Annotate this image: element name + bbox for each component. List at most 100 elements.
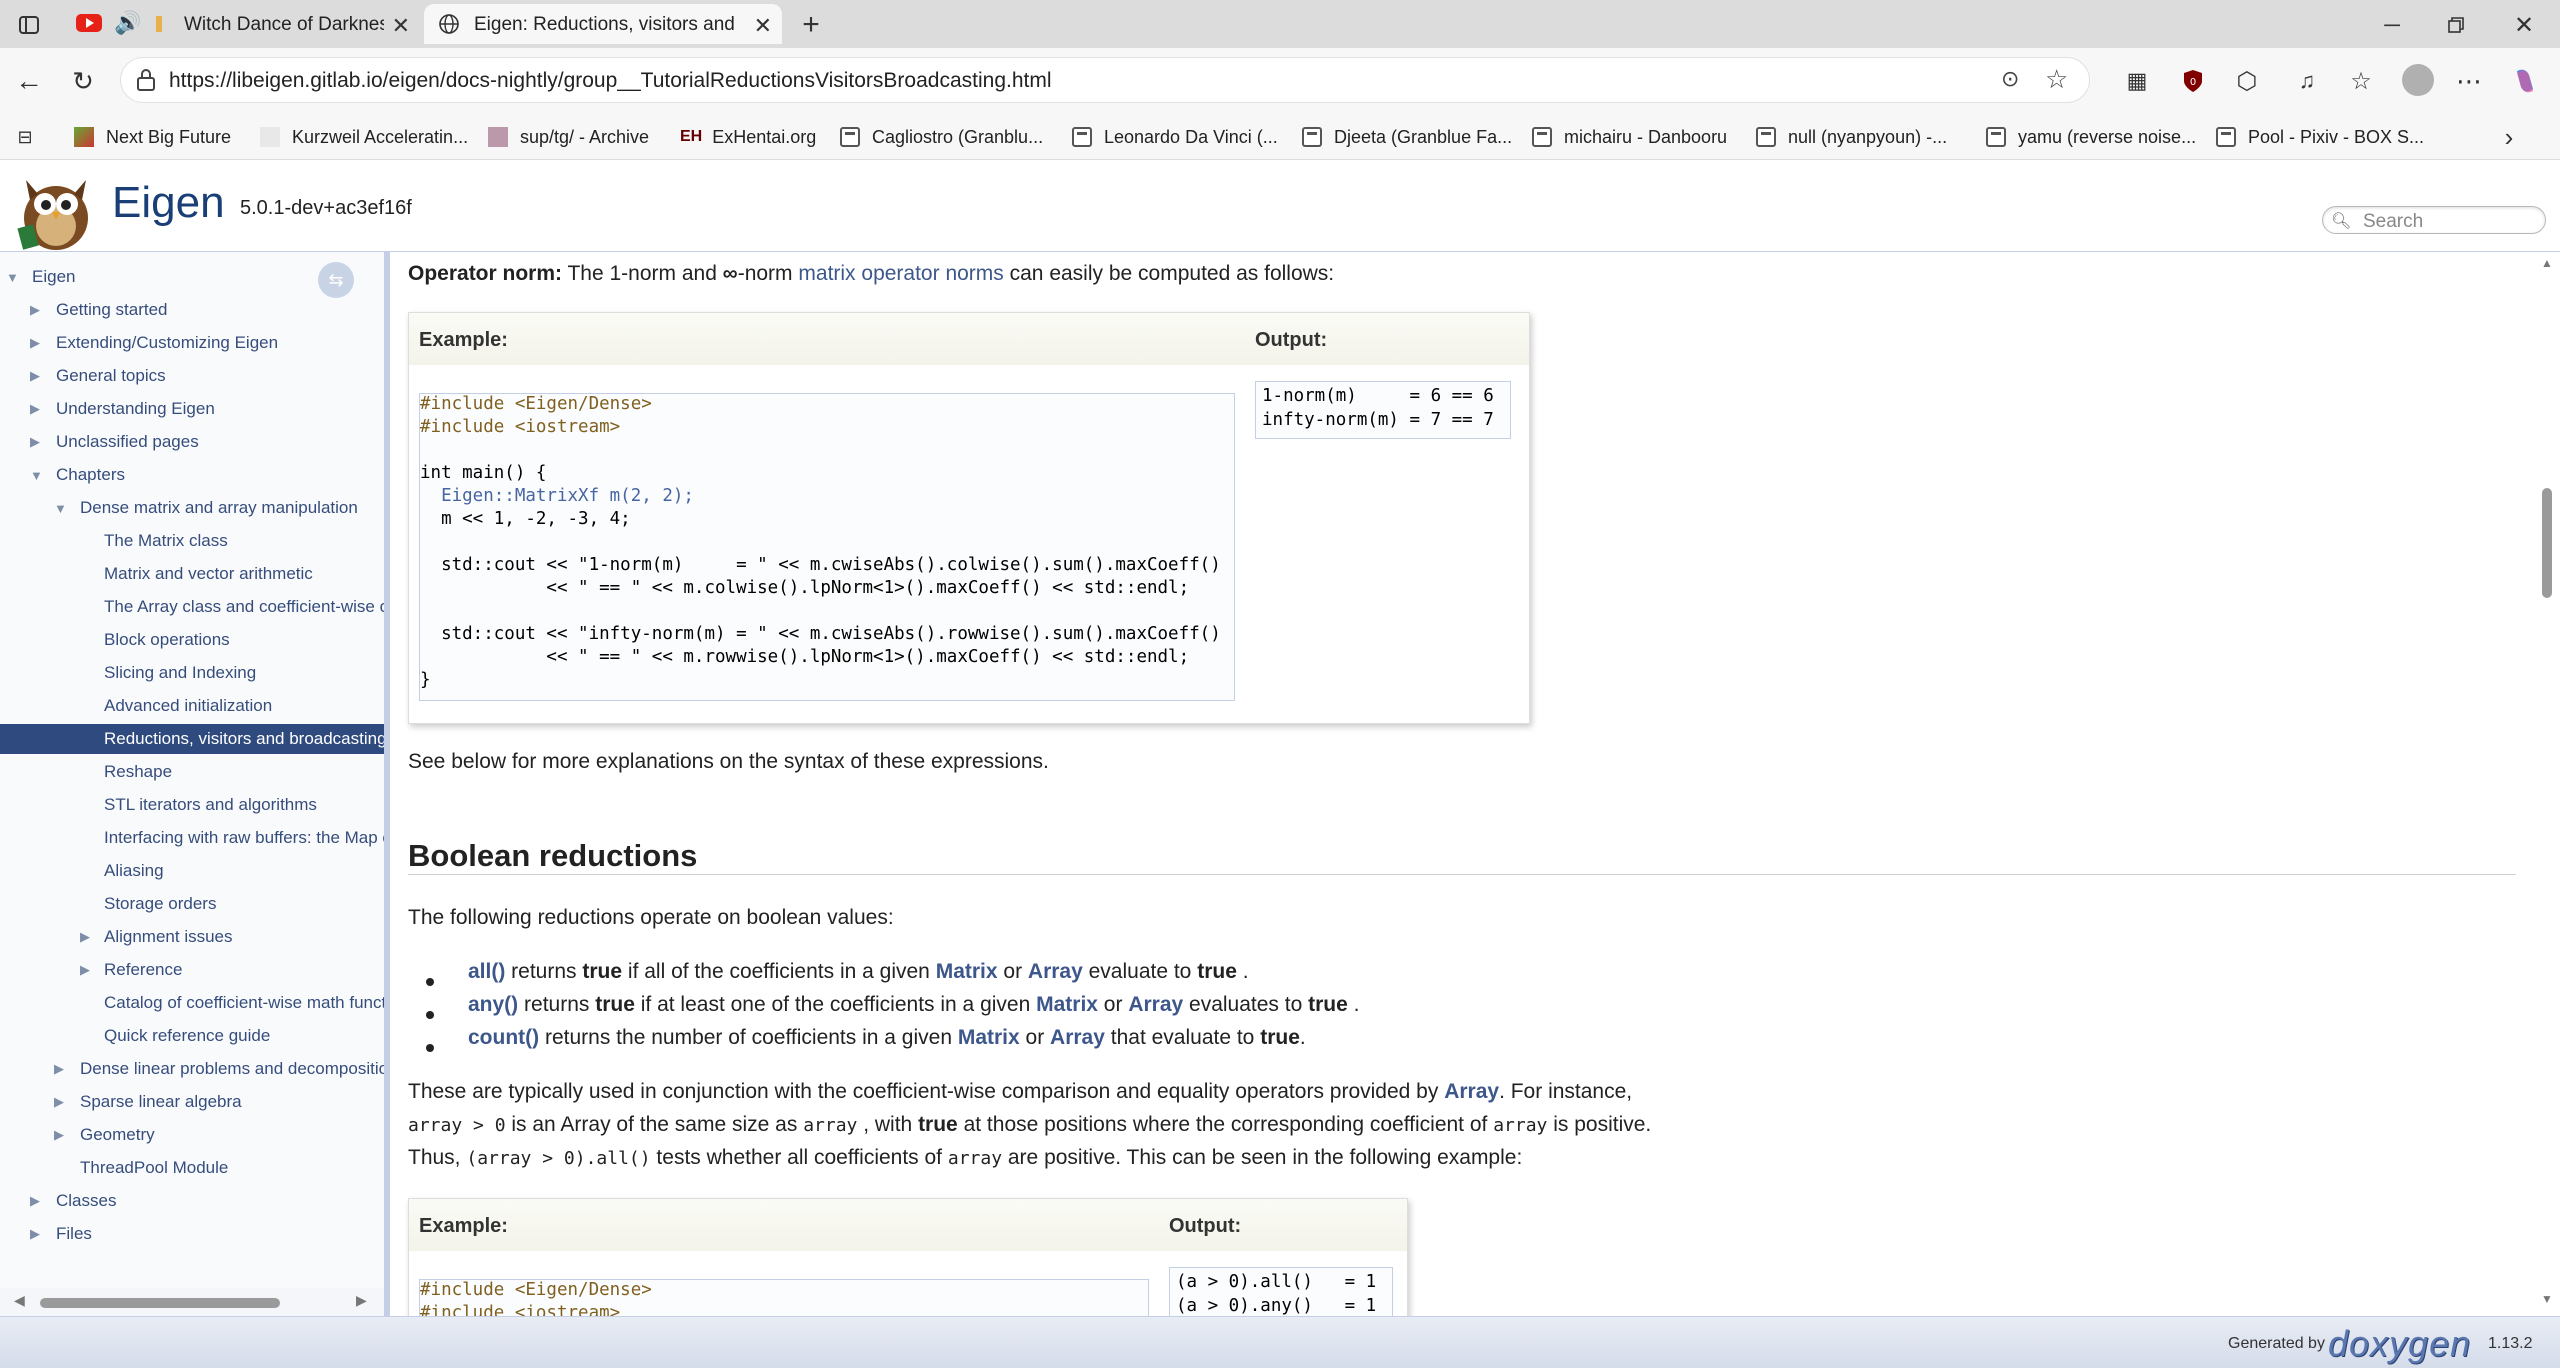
sidebar-toggle-icon[interactable]	[14, 10, 44, 40]
nav-item[interactable]: Advanced initialization	[0, 691, 384, 721]
nav-item[interactable]: ▶ Understanding Eigen	[0, 394, 384, 424]
restore-icon[interactable]	[2436, 8, 2476, 42]
media-icon[interactable]: ♫	[2290, 64, 2324, 98]
bookmark[interactable]: Cagliostro (Granblu...	[840, 122, 1043, 152]
collapsed-arrow-icon[interactable]: ▶	[30, 335, 40, 351]
nav-item[interactable]: Slicing and Indexing	[0, 658, 384, 688]
collapsed-arrow-icon[interactable]: ▶	[54, 1061, 64, 1077]
collapsed-arrow-icon[interactable]: ▶	[30, 1193, 40, 1209]
collapsed-arrow-icon[interactable]: ▶	[54, 1127, 64, 1143]
reload-icon[interactable]: ↻	[66, 64, 100, 98]
nav-item[interactable]: ▶ Reference	[0, 955, 384, 985]
bookmark[interactable]: Pool - Pixiv - BOX S...	[2216, 122, 2424, 152]
nav-horizontal-scrollbar[interactable]: ◀ ▶	[0, 1288, 384, 1316]
nav-item[interactable]: Block operations	[0, 625, 384, 655]
favorite-star-icon[interactable]: ☆	[2045, 64, 2068, 95]
collapsed-arrow-icon[interactable]: ▶	[30, 401, 40, 417]
project-name[interactable]: Eigen	[112, 178, 225, 228]
count-link[interactable]: count()	[468, 1026, 539, 1049]
chevron-right-icon[interactable]: ›	[2494, 122, 2524, 152]
nav-item[interactable]: Catalog of coefficient-wise math functio…	[0, 988, 384, 1018]
nav-item[interactable]: Interfacing with raw buffers: the Map cl…	[0, 823, 384, 853]
any-link[interactable]: any()	[468, 993, 518, 1016]
bookmark[interactable]: Djeeta (Granblue Fa...	[1302, 122, 1512, 152]
nav-item[interactable]: ▶ Classes	[0, 1186, 384, 1216]
scrollbar-thumb[interactable]	[40, 1298, 280, 1308]
nav-item[interactable]: ▼ Dense matrix and array manipulation	[0, 493, 384, 523]
collapsed-arrow-icon[interactable]: ▶	[80, 929, 90, 945]
close-window-icon[interactable]: ✕	[2504, 8, 2544, 42]
scrollbar-thumb[interactable]	[2542, 488, 2552, 598]
nav-item[interactable]: ▶ Geometry	[0, 1120, 384, 1150]
search-input[interactable]: 🔍︎ Search	[2322, 206, 2546, 234]
collapsed-arrow-icon[interactable]: ▶	[54, 1094, 64, 1110]
nav-item[interactable]: The Array class and coefficient-wise ope…	[0, 592, 384, 622]
nav-item[interactable]: ▶ General topics	[0, 361, 384, 391]
scroll-up-icon[interactable]: ▲	[2541, 256, 2553, 270]
array-link[interactable]: Array	[1050, 1026, 1105, 1049]
close-tab-icon[interactable]: ✕	[392, 13, 410, 39]
profile-avatar[interactable]	[2402, 64, 2434, 96]
new-tab-button[interactable]: +	[794, 8, 828, 42]
expanded-arrow-icon[interactable]: ▼	[54, 501, 67, 516]
qr-icon[interactable]: ▦	[2120, 64, 2154, 98]
array-link[interactable]: Array	[1444, 1080, 1499, 1103]
favorites-icon[interactable]: ☆	[2344, 64, 2378, 98]
expanded-arrow-icon[interactable]: ▼	[30, 468, 43, 483]
nav-item[interactable]: Aliasing	[0, 856, 384, 886]
bookmark[interactable]: sup/tg/ - Archive	[488, 122, 649, 152]
bookmark[interactable]: EH ExHentai.org	[680, 122, 816, 152]
tab-eigen[interactable]: Eigen: Reductions, visitors and broadcas…	[424, 4, 782, 44]
nav-item[interactable]: ▶ Getting started	[0, 295, 384, 325]
nav-item[interactable]: Quick reference guide	[0, 1021, 384, 1051]
nav-item[interactable]: Matrix and vector arithmetic	[0, 559, 384, 589]
url-text[interactable]: https://libeigen.gitlab.io/eigen/docs-ni…	[169, 69, 1052, 93]
minimize-icon[interactable]: ─	[2372, 8, 2412, 42]
nav-item[interactable]: ▼ Chapters	[0, 460, 384, 490]
collapsed-arrow-icon[interactable]: ▶	[30, 302, 40, 318]
bookmark[interactable]: null (nyanpyoun) -...	[1756, 122, 1947, 152]
matrix-link[interactable]: Matrix	[958, 1026, 1020, 1049]
scroll-right-icon[interactable]: ▶	[356, 1292, 367, 1309]
close-tab-icon[interactable]: ✕	[754, 13, 772, 39]
nav-item[interactable]: ▶ Unclassified pages	[0, 427, 384, 457]
nav-item[interactable]: Reshape	[0, 757, 384, 787]
bookmark[interactable]: Kurzweil Acceleratin...	[260, 122, 468, 152]
nav-item[interactable]: ▶ Extending/Customizing Eigen	[0, 328, 384, 358]
collapsed-arrow-icon[interactable]: ▶	[30, 368, 40, 384]
nav-item[interactable]: ▶ Files	[0, 1219, 384, 1249]
nav-item-selected[interactable]: Reductions, visitors and broadcasting	[0, 724, 384, 754]
more-icon[interactable]: ⋯	[2452, 64, 2486, 98]
copilot-icon[interactable]	[2508, 64, 2542, 98]
nav-item[interactable]: The Matrix class	[0, 526, 384, 556]
scroll-down-icon[interactable]: ▼	[2541, 1292, 2553, 1306]
nav-item[interactable]: STL iterators and algorithms	[0, 790, 384, 820]
matrix-operator-norms-link[interactable]: matrix operator norms	[798, 262, 1003, 285]
scroll-left-icon[interactable]: ◀	[14, 1292, 25, 1309]
collapsed-arrow-icon[interactable]: ▶	[80, 962, 90, 978]
address-bar[interactable]: https://libeigen.gitlab.io/eigen/docs-ni…	[120, 57, 2090, 103]
all-link[interactable]: all()	[468, 960, 505, 983]
collapse-bookmarks-icon[interactable]: ⊟	[10, 122, 40, 152]
doc-vertical-scrollbar[interactable]: ▲ ▼	[2536, 252, 2560, 1316]
nav-item-eigen[interactable]: ▼ Eigen	[0, 262, 384, 292]
extensions-icon[interactable]: ⬡	[2230, 64, 2264, 98]
matrix-link[interactable]: Matrix	[936, 960, 998, 983]
bookmark[interactable]: yamu (reverse noise...	[1986, 122, 2196, 152]
site-info-icon[interactable]	[135, 68, 157, 97]
doxygen-logo[interactable]: doxygen	[2328, 1323, 2471, 1365]
collapsed-arrow-icon[interactable]: ▶	[30, 434, 40, 450]
bookmark[interactable]: michairu - Danbooru	[1532, 122, 1727, 152]
ublock-icon[interactable]: 0	[2176, 64, 2210, 98]
speaker-icon[interactable]: 🔊	[114, 10, 141, 36]
matrix-link[interactable]: Matrix	[1036, 993, 1098, 1016]
expanded-arrow-icon[interactable]: ▼	[6, 270, 19, 285]
tab-witch-dance[interactable]: 🔊 Witch Dance of Darkness ✕	[66, 4, 420, 44]
nav-item[interactable]: ▶ Sparse linear algebra	[0, 1087, 384, 1117]
back-icon[interactable]: ←	[12, 64, 46, 98]
collapsed-arrow-icon[interactable]: ▶	[30, 1226, 40, 1242]
bookmark[interactable]: Leonardo Da Vinci (...	[1072, 122, 1278, 152]
nav-item[interactable]: ThreadPool Module	[0, 1153, 384, 1183]
bookmark[interactable]: Next Big Future	[74, 122, 231, 152]
search-icon[interactable]: 🔍︎	[2331, 211, 2351, 231]
